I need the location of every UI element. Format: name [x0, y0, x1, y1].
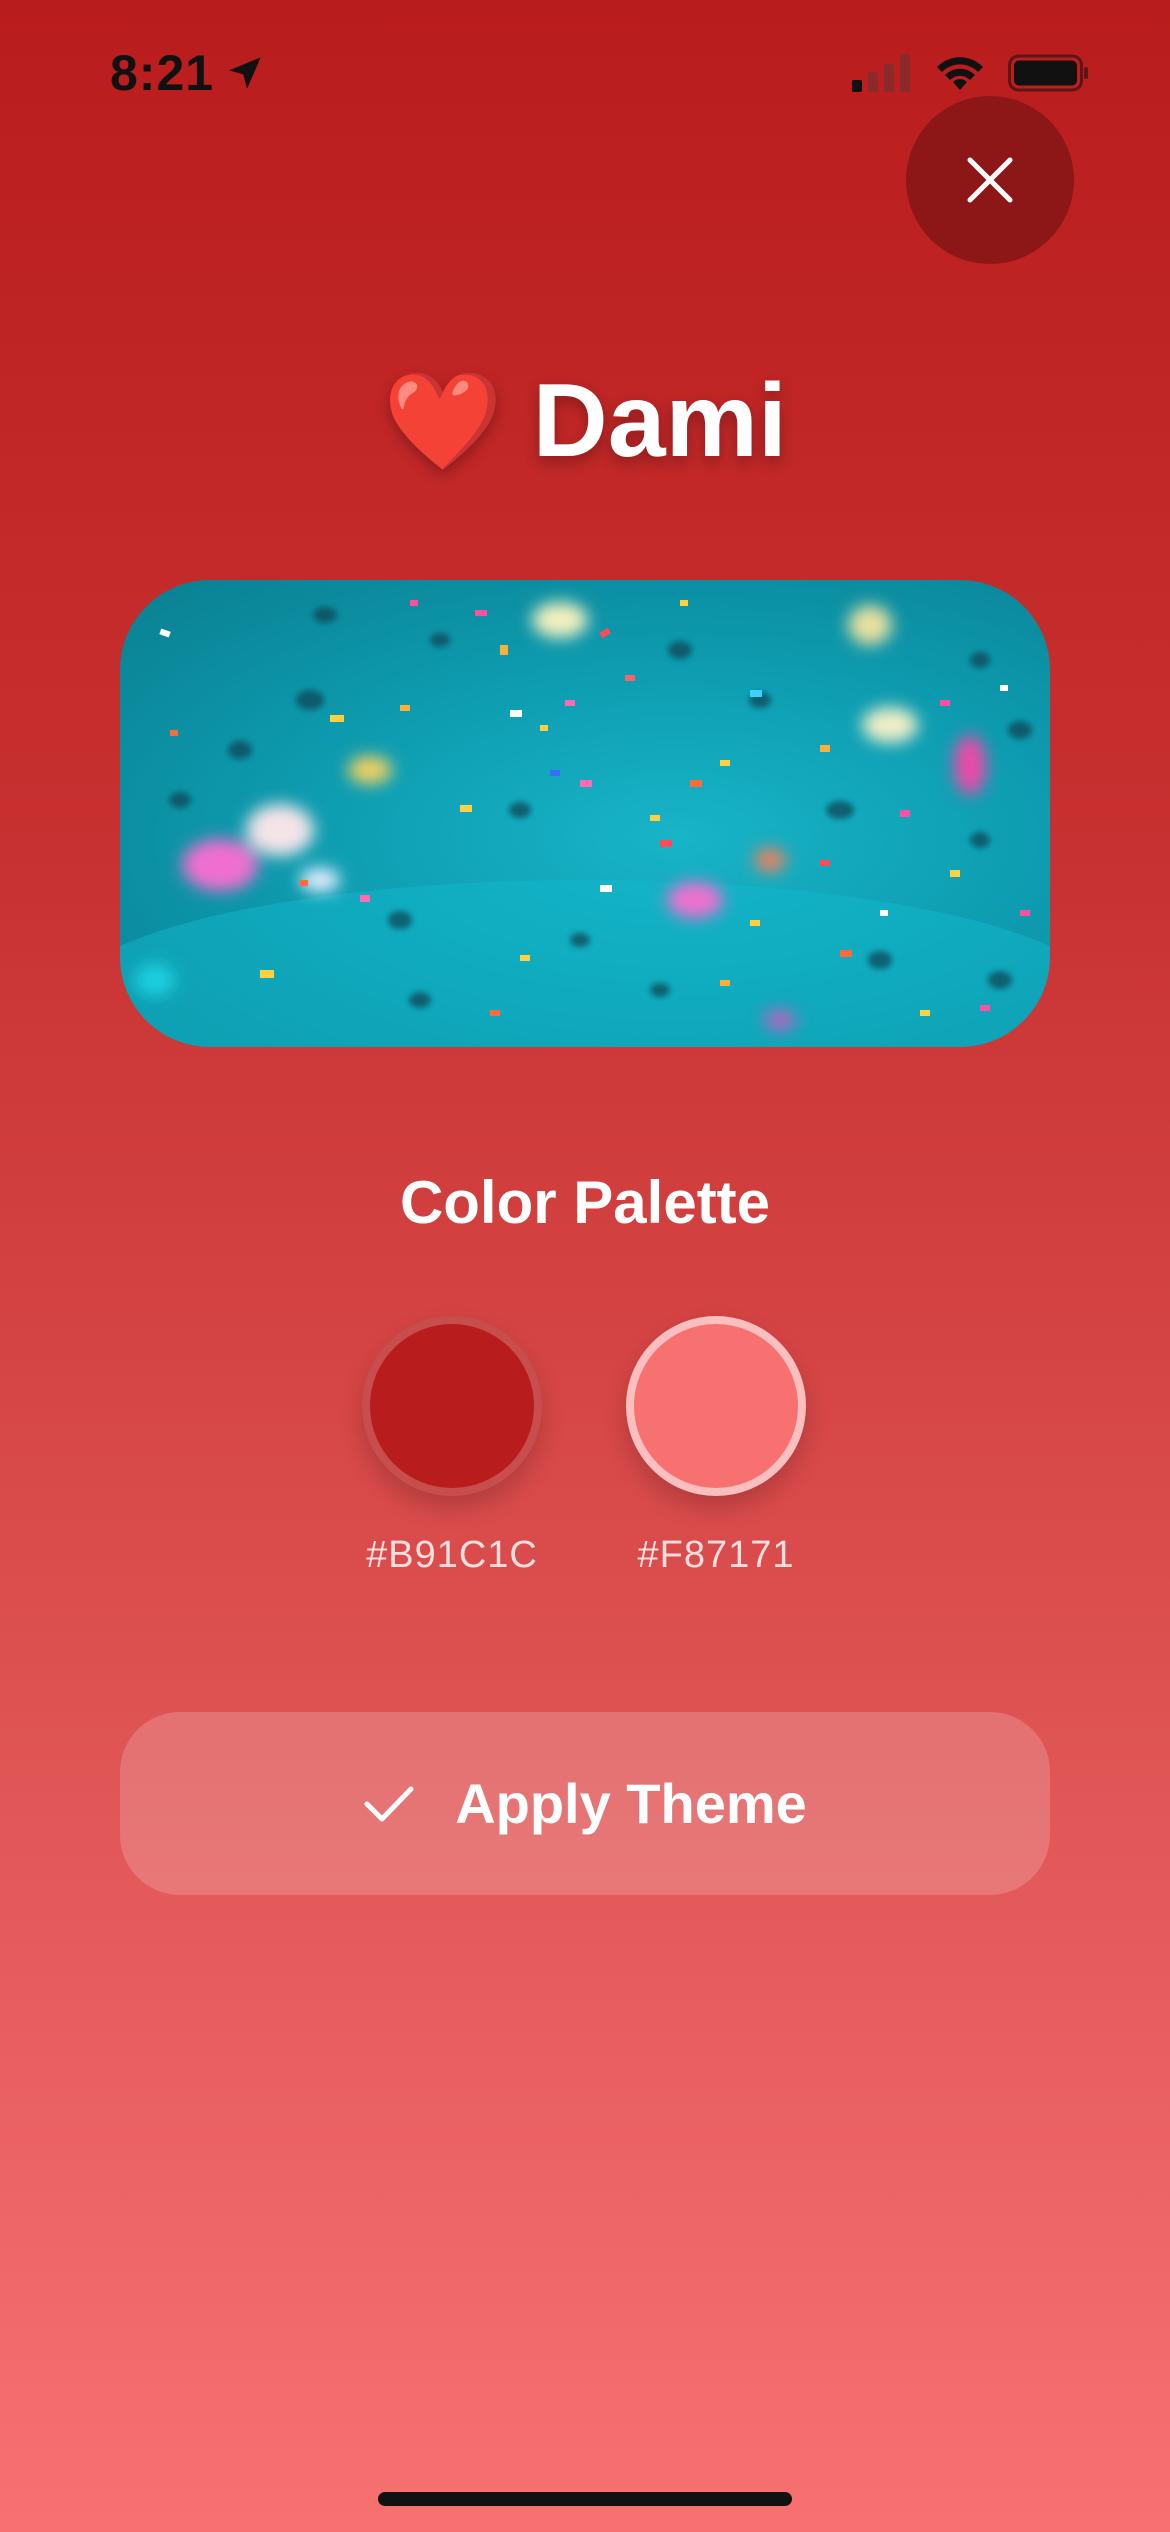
apply-theme-label: Apply Theme [455, 1772, 807, 1835]
checkmark-icon [364, 1786, 414, 1821]
home-indicator[interactable] [378, 2492, 792, 2506]
close-button[interactable] [906, 96, 1074, 264]
close-icon [967, 157, 1013, 203]
theme-preview-image [120, 580, 1050, 1047]
status-time: 8:21 [110, 44, 266, 102]
status-icons [852, 54, 1090, 92]
location-arrow-icon [229, 57, 261, 89]
battery-icon [1008, 54, 1088, 92]
color-swatch-label: #B91C1C [366, 1534, 538, 1576]
page-title: ❤️ Dami [0, 362, 1170, 481]
color-palette-title: Color Palette [399, 1169, 771, 1236]
color-swatch-label: #F87171 [637, 1534, 795, 1576]
cellular-signal-icon [852, 54, 910, 92]
swatch-item-2: #F87171 [620, 1316, 812, 1577]
heart-emoji-icon: ❤️ [383, 367, 503, 475]
apply-theme-button[interactable]: Apply Theme [120, 1712, 1050, 1895]
status-time-text: 8:21 [110, 45, 215, 101]
wifi-icon [937, 57, 983, 90]
color-swatch-secondary[interactable] [626, 1316, 806, 1496]
theme-name: Dami [532, 363, 787, 479]
swatch-item-1: #B91C1C [356, 1316, 548, 1577]
color-swatch-primary[interactable] [362, 1316, 542, 1496]
confetti-image [120, 600, 1050, 1047]
